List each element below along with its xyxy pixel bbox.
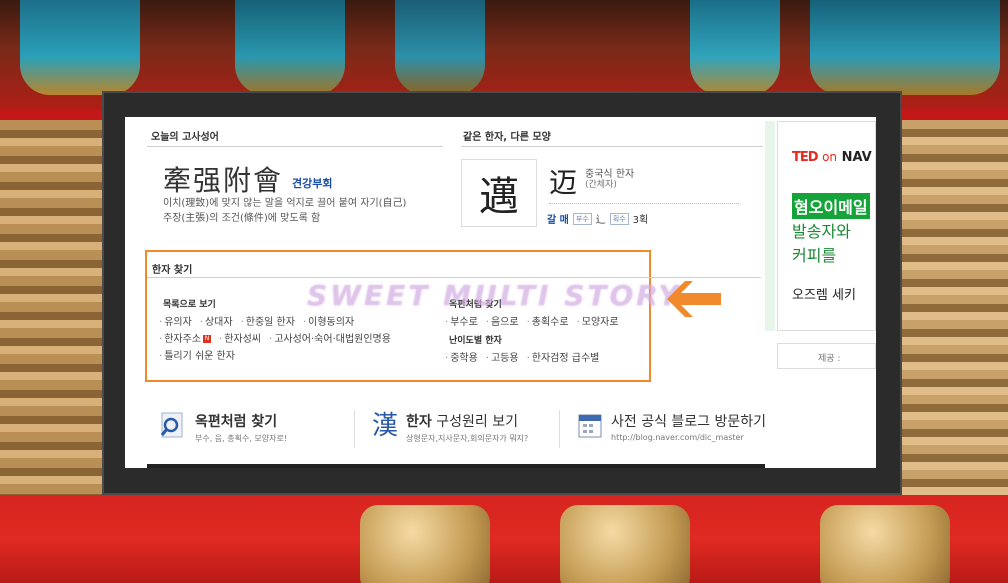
- link-confusable[interactable]: 틀리기 쉬운 한자: [159, 347, 235, 362]
- background-frame-right: [898, 120, 1008, 500]
- link-by-shape[interactable]: 모양자로: [577, 313, 619, 328]
- idiom-hanja[interactable]: 牽强附會: [163, 159, 283, 199]
- divider: [559, 410, 560, 448]
- difficulty-row: 중학용 고등용 한자검정 급수별: [445, 349, 599, 364]
- okpyeon-search-link[interactable]: 옥편처럼 찾기 부수, 음, 총획수, 모양자로!: [159, 411, 287, 444]
- ad-headline: 혐오이메일: [792, 193, 870, 219]
- background-gold-char: [560, 505, 690, 583]
- ad-speaker: 오즈렘 세키: [792, 288, 856, 303]
- okpyeon-search-sub: 부수, 음, 총획수, 모양자로!: [195, 434, 288, 443]
- alt-hanja[interactable]: 迈: [549, 161, 577, 201]
- ted-nav-text: NAV: [841, 150, 872, 165]
- hanja-meta: 갈 매 부수 辶 획수 3획: [547, 211, 648, 226]
- calendar-icon: [578, 414, 602, 438]
- difficulty-heading: 난이도별 한자: [449, 336, 502, 346]
- link-variant-synonyms[interactable]: 이형동의자: [303, 313, 354, 328]
- official-blog-text: 사전 공식 블로그 방문하기 http://blog.naver.com/dic…: [611, 411, 766, 442]
- watermark-text: SWEET MULTI STORY: [307, 279, 682, 312]
- list-view-row: 한자주소N 한자성씨 고사성어·숙어·대법원인명용: [159, 330, 391, 345]
- link-hanja-address-label: 한자주소: [164, 334, 201, 345]
- link-synonyms[interactable]: 유의자: [159, 313, 192, 328]
- background-beam: [20, 0, 140, 95]
- list-view-row: 유의자 상대자 한중일 한자 이형동의자: [159, 313, 354, 328]
- link-idioms[interactable]: 고사성어·숙어·대법원인명용: [269, 330, 391, 345]
- ad-line: 발송자와: [792, 222, 851, 241]
- idiom-section-title: 오늘의 고사성어: [151, 132, 219, 143]
- advertisement-banner[interactable]: TED on NAV 혐오이메일 발송자와 커피를 오즈렘 세키: [777, 121, 876, 331]
- background-gold-char: [820, 505, 950, 583]
- idiom-description: 이치(理致)에 맞지 않는 말을 억지로 끌어 붙여 자기(自己) 주장(主張)…: [163, 196, 443, 226]
- okpyeon-search-title: 옥편처럼 찾기: [195, 411, 287, 431]
- background-beam: [810, 0, 1000, 95]
- link-cjk-hanja[interactable]: 한중일 한자: [241, 313, 295, 328]
- idiom-desc-line: 주장(主張)의 조건(條件)에 맞도록 함: [163, 213, 321, 224]
- link-surnames[interactable]: 한자성씨: [219, 330, 261, 345]
- background-beam: [395, 0, 485, 95]
- link-high-school[interactable]: 고등용: [486, 349, 519, 364]
- same-hanja-section-title: 같은 한자, 다른 모양: [463, 132, 551, 143]
- search-section-title: 한자 찾기: [152, 265, 193, 276]
- strokes-value: 3획: [632, 215, 649, 226]
- content-strip: [147, 464, 765, 468]
- ted-on-text: on: [822, 150, 838, 164]
- official-blog-link[interactable]: 사전 공식 블로그 방문하기 http://blog.naver.com/dic…: [577, 411, 766, 442]
- radical-value[interactable]: 辶: [596, 211, 606, 226]
- link-middle-school[interactable]: 중학용: [445, 349, 478, 364]
- magnifier-icon: [160, 412, 183, 438]
- hanja-structure-text: 한자 구성원리 보기 상형문자,지사문자,회의문자가 뭐지?: [406, 411, 528, 444]
- hanja-structure-link[interactable]: 漢 한자 구성원리 보기 상형문자,지사문자,회의문자가 뭐지?: [372, 411, 528, 444]
- divider: [147, 146, 443, 147]
- strokes-tag: 획수: [609, 212, 629, 225]
- ted-logo: TED on NAV: [792, 150, 872, 165]
- background-gold-char: [360, 505, 490, 583]
- radical-tag: 부수: [572, 212, 592, 225]
- ted-logo-text: TED: [792, 150, 819, 165]
- hanja-structure-title-rest: 구성원리 보기: [431, 414, 518, 430]
- ad-line: 커피를: [792, 246, 837, 265]
- hanja-structure-sub: 상형문자,지사문자,회의문자가 뭐지?: [406, 434, 529, 443]
- link-by-radical[interactable]: 부수로: [445, 313, 478, 328]
- alt-hanja-subtype: (간체자): [585, 180, 617, 190]
- link-by-strokes[interactable]: 총획수로: [527, 313, 569, 328]
- list-view-row: 틀리기 쉬운 한자: [159, 347, 235, 362]
- divider: [147, 277, 761, 278]
- okpyeon-search-text: 옥편처럼 찾기 부수, 음, 총획수, 모양자로!: [195, 411, 287, 444]
- official-blog-title: 사전 공식 블로그 방문하기: [611, 414, 767, 430]
- okpyeon-search-title-text: 옥편처럼 찾기: [195, 414, 278, 430]
- okpyeon-row: 부수로 음으로 총획수로 모양자로: [445, 313, 619, 328]
- han-char-icon: 漢: [372, 411, 399, 441]
- hanja-structure-title-bold: 한자: [406, 414, 432, 430]
- link-antonyms[interactable]: 상대자: [200, 313, 233, 328]
- new-badge-icon: N: [203, 335, 211, 343]
- hanja-reading-link[interactable]: 갈 매: [547, 211, 569, 226]
- background-beam: [690, 0, 780, 95]
- background-beam: [235, 0, 345, 95]
- idiom-reading-link[interactable]: 견강부회: [292, 175, 332, 191]
- dotted-divider: [549, 203, 739, 204]
- link-exam-level[interactable]: 한자검정 급수별: [527, 349, 600, 364]
- link-by-sound[interactable]: 음으로: [486, 313, 519, 328]
- list-view-heading: 목록으로 보기: [163, 300, 216, 310]
- arrow-left-icon: [667, 281, 721, 317]
- ad-provider: 제공 :: [777, 343, 876, 369]
- dictionary-page: 오늘의 고사성어 牽强附會 견강부회 이치(理致)에 맞지 않는 말을 억지로 …: [125, 117, 876, 468]
- background-frame-left: [0, 120, 110, 500]
- ad-shadow: [765, 121, 775, 331]
- hanja-structure-title: 한자 구성원리 보기: [406, 411, 528, 431]
- main-hanja-box[interactable]: 邁: [461, 159, 537, 227]
- link-hanja-address[interactable]: 한자주소N: [159, 330, 211, 345]
- official-blog-url: http://blog.naver.com/dic_master: [611, 433, 744, 442]
- idiom-desc-line: 이치(理致)에 맞지 않는 말을 억지로 끌어 붙여 자기(自己): [163, 198, 407, 209]
- divider: [354, 410, 355, 448]
- divider: [461, 146, 763, 147]
